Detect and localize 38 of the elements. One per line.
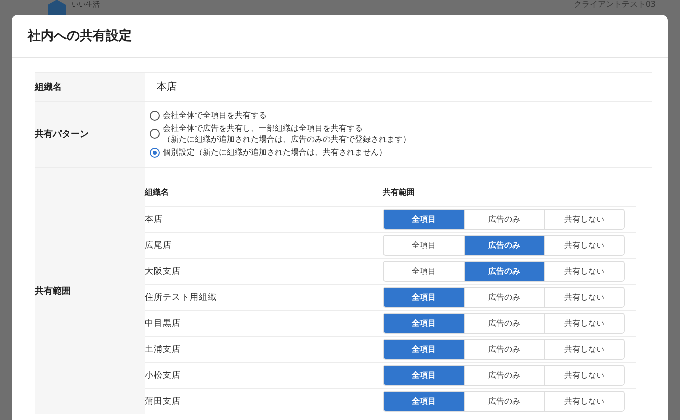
column-header: 共有範囲 <box>383 188 415 196</box>
column-header: 組織名 <box>145 188 169 196</box>
field-label: 共有範囲 <box>35 168 145 414</box>
radio-button[interactable] <box>150 110 160 120</box>
radio-label: 会社全体で広告を共有し、一部組織は全項目を共有する <box>163 123 364 134</box>
table-cell: 大阪支店 <box>145 266 181 276</box>
table-cell: 住所テスト用組織 <box>145 292 217 302</box>
segment-button[interactable]: 全項目 <box>384 314 464 333</box>
segment-button[interactable]: 共有しない <box>544 340 624 359</box>
segment-button[interactable]: 共有しない <box>544 288 624 307</box>
table-cell: 広尾店 <box>145 240 172 250</box>
segment-button[interactable]: 共有しない <box>544 366 624 385</box>
radio-label: 会社全体で全項目を共有する <box>163 110 267 121</box>
segment-button[interactable]: 共有しない <box>544 262 624 281</box>
segment-button[interactable]: 共有しない <box>544 314 624 333</box>
table-cell: 土浦支店 <box>145 344 181 354</box>
segment-button[interactable]: 共有しない <box>544 392 624 411</box>
radio-label: （新たに組織が追加された場合は、広告のみの共有で登録されます） <box>163 134 411 145</box>
segment-button[interactable]: 全項目 <box>384 210 464 229</box>
field-label: 組織名 <box>35 72 145 102</box>
radio-button[interactable] <box>150 129 160 139</box>
field-label: 共有パターン <box>35 102 145 168</box>
segment-button[interactable]: 全項目 <box>384 288 464 307</box>
segment-button[interactable]: 全項目 <box>384 392 464 411</box>
segment-button[interactable]: 共有しない <box>544 236 624 255</box>
dialog-title: 社内への共有設定 <box>12 15 668 58</box>
segment-button[interactable]: 広告のみ <box>464 236 544 255</box>
segment-button[interactable]: 全項目 <box>384 340 464 359</box>
segment-button[interactable]: 全項目 <box>384 366 464 385</box>
table-cell: 蒲田支店 <box>145 396 181 406</box>
segment-button[interactable]: 広告のみ <box>464 262 544 281</box>
table-cell: 小松支店 <box>145 370 181 380</box>
segment-button[interactable]: 共有しない <box>544 210 624 229</box>
radio-button[interactable] <box>150 148 160 158</box>
table-cell: 中目黒店 <box>145 318 181 328</box>
table-cell: 本店 <box>145 214 163 224</box>
field-value: 本店 <box>157 82 177 93</box>
radio-label: 個別設定（新たに組織が追加された場合は、共有されません） <box>163 147 387 158</box>
